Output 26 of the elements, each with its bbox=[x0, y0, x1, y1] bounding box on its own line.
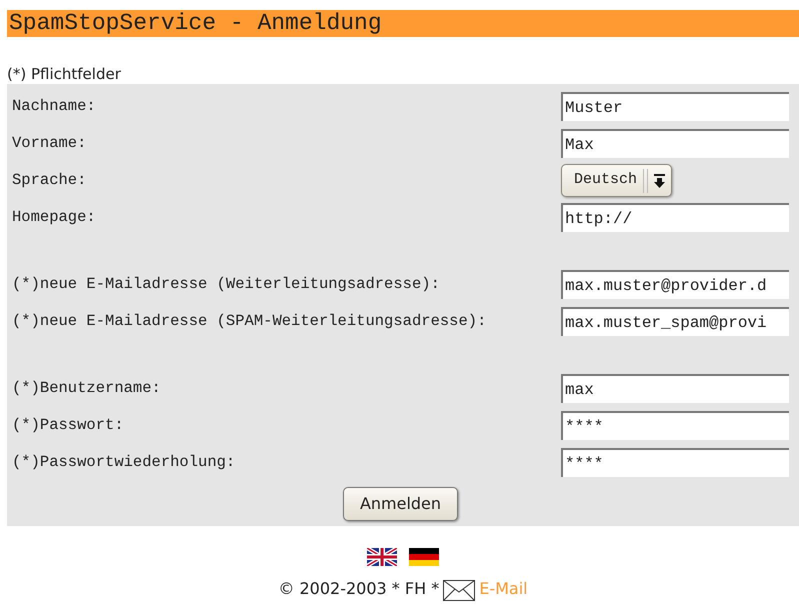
copyright-text: © 2002-2003 * FH * bbox=[278, 578, 440, 600]
field-label: Vorname: bbox=[12, 132, 86, 154]
input-field[interactable]: **** bbox=[561, 411, 789, 440]
field-label: Sprache: bbox=[12, 170, 86, 191]
input-field[interactable]: Max bbox=[561, 129, 789, 158]
envelope-icon bbox=[443, 580, 476, 601]
input-field[interactable]: http:// bbox=[561, 203, 789, 232]
field-label: Homepage: bbox=[12, 206, 96, 228]
german-flag-icon[interactable] bbox=[409, 548, 439, 566]
page-title: SpamStopService - Anmeldung bbox=[7, 10, 799, 37]
field-label: Nachname: bbox=[12, 96, 96, 117]
language-dropdown[interactable]: Deutsch bbox=[561, 164, 672, 197]
input-field[interactable]: Muster bbox=[561, 92, 789, 121]
dropdown-arrow-icon bbox=[654, 174, 666, 188]
field-label: (*)neue E-Mailadresse (SPAM-Weiterleitungsadresse): bbox=[12, 310, 486, 332]
field-label: (*)Benutzername: bbox=[12, 378, 161, 399]
submit-button[interactable]: Anmelden bbox=[342, 487, 458, 521]
input-field[interactable]: **** bbox=[561, 448, 789, 477]
field-label: (*)Passwortwiederholung: bbox=[12, 452, 236, 473]
field-label: (*)neue E-Mailadresse (Weiterleitungsadresse): bbox=[12, 274, 440, 295]
input-field[interactable]: max.muster_spam@provi bbox=[561, 307, 789, 336]
input-field[interactable]: max bbox=[561, 374, 789, 403]
input-field[interactable]: max.muster@provider.d bbox=[561, 270, 789, 299]
required-note: (*) Pflichtfelder bbox=[7, 64, 122, 84]
uk-flag-icon[interactable] bbox=[367, 548, 397, 566]
field-label: (*)Passwort: bbox=[12, 414, 124, 436]
